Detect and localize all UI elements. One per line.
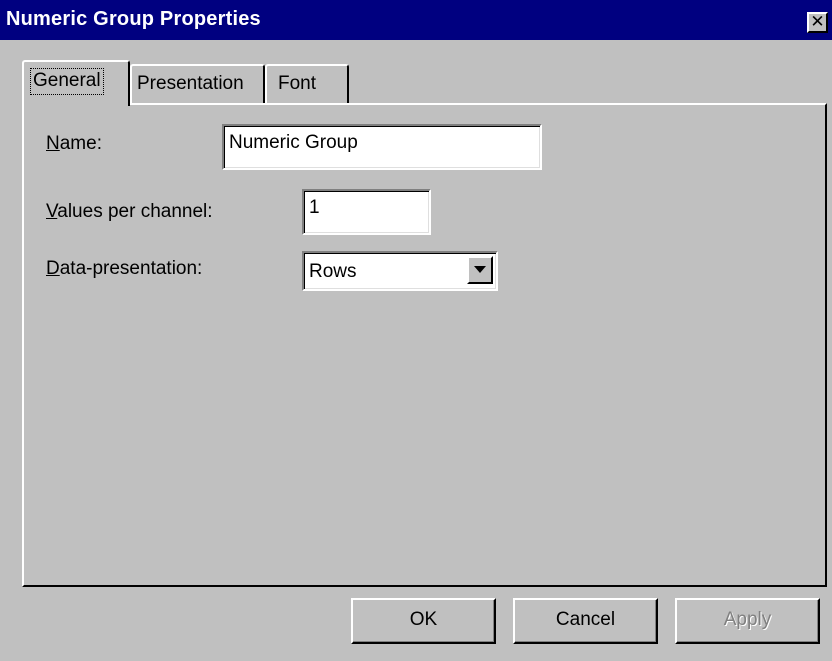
data-presentation-value: Rows: [309, 261, 357, 282]
window-title: Numeric Group Properties: [6, 8, 261, 30]
close-icon: ✕: [810, 12, 825, 32]
tab-general-label: General: [30, 68, 104, 95]
close-button[interactable]: ✕: [807, 12, 828, 33]
title-bar[interactable]: Numeric Group Properties ✕: [0, 0, 832, 40]
values-per-channel-value: 1: [309, 197, 320, 218]
values-label-text: alues per channel:: [57, 201, 213, 222]
name-label-text: ame:: [59, 133, 102, 154]
name-label-mnemonic: N: [46, 133, 60, 154]
cancel-button[interactable]: Cancel: [513, 598, 658, 644]
values-per-channel-input[interactable]: 1: [302, 189, 431, 235]
properties-dialog: Numeric Group Properties ✕ General Prese…: [0, 0, 832, 661]
values-label-mnemonic: V: [46, 201, 58, 222]
data-presentation-label: Data-presentation:: [46, 258, 202, 280]
chevron-down-icon: [474, 266, 486, 273]
general-tab-panel: [22, 103, 827, 587]
tab-presentation-label: Presentation: [137, 73, 244, 94]
data-presentation-select[interactable]: Rows: [302, 251, 498, 291]
tab-font-label: Font: [278, 73, 317, 94]
name-input[interactable]: Numeric Group: [222, 124, 542, 170]
name-label: Name:: [46, 133, 102, 155]
values-per-channel-label: Values per channel:: [46, 201, 213, 223]
ok-button[interactable]: OK: [351, 598, 496, 644]
apply-button[interactable]: Apply: [675, 598, 820, 644]
presentation-label-text: ata-presentation:: [59, 258, 203, 279]
presentation-label-mnemonic: D: [46, 258, 60, 279]
tab-general[interactable]: General: [22, 60, 130, 106]
tab-presentation[interactable]: Presentation: [130, 64, 265, 104]
tab-font[interactable]: Font: [265, 64, 349, 104]
name-input-value: Numeric Group: [229, 132, 358, 153]
dropdown-button[interactable]: [467, 256, 493, 284]
